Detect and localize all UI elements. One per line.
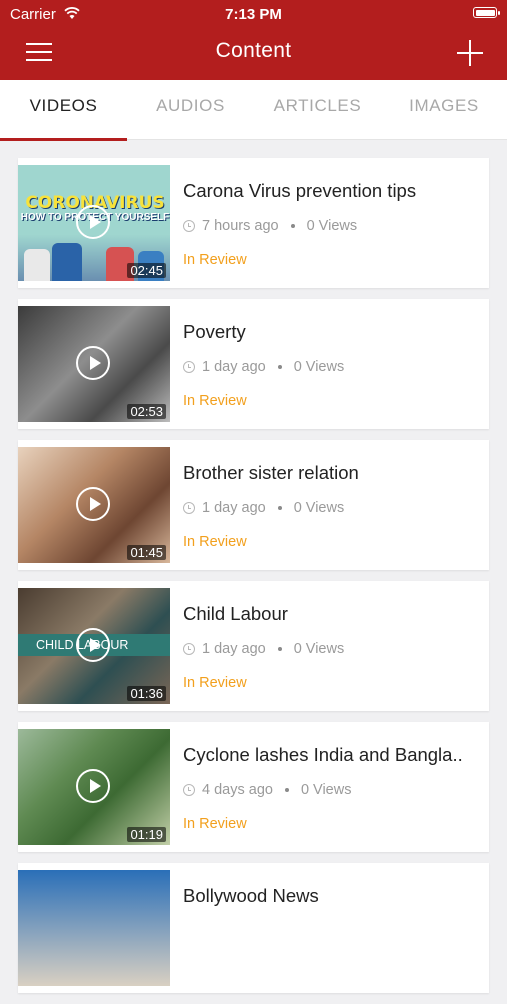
video-title: Poverty: [183, 321, 246, 342]
clock-icon: [183, 220, 195, 232]
video-views: 0 Views: [300, 782, 352, 798]
tab-articles[interactable]: ARTICLES: [254, 80, 381, 140]
tab-videos[interactable]: VIDEOS: [0, 80, 127, 141]
video-thumbnail: CHILD LABOUR 01:36: [18, 588, 170, 704]
add-icon[interactable]: [457, 40, 483, 66]
video-views: 0 Views: [293, 500, 345, 516]
status-bar: Carrier 7:13 PM: [0, 0, 507, 28]
video-time: 1 day ago: [202, 641, 266, 657]
video-card[interactable]: Bollywood News: [18, 863, 489, 993]
clock-icon: [183, 784, 195, 796]
video-title: Carona Virus prevention tips: [183, 180, 417, 201]
video-thumbnail: 01:45: [18, 447, 170, 563]
play-icon[interactable]: [76, 205, 110, 239]
video-card[interactable]: 01:19 Cyclone lashes India and Bangla.. …: [18, 722, 489, 852]
video-list: CORONAVIRUS HOW TO PROTECT YOURSELF 02:4…: [18, 158, 489, 1004]
video-meta: 7 hours ago 0 Views: [183, 218, 357, 234]
separator-dot: [284, 788, 289, 792]
video-time: 1 day ago: [202, 500, 266, 516]
video-duration: 01:36: [127, 686, 166, 701]
video-title: Cyclone lashes India and Bangla..: [183, 744, 463, 765]
separator-dot: [277, 365, 282, 369]
video-card[interactable]: CHILD LABOUR 01:36 Child Labour 1 day ag…: [18, 581, 489, 711]
video-views: 0 Views: [293, 641, 345, 657]
video-time: 4 days ago: [202, 782, 273, 798]
video-views: 0 Views: [293, 359, 345, 375]
video-duration: 01:45: [127, 545, 166, 560]
video-duration: 02:53: [127, 404, 166, 419]
play-icon[interactable]: [76, 487, 110, 521]
battery-icon: [473, 7, 500, 18]
play-icon[interactable]: [76, 346, 110, 380]
content-tabs: VIDEOS AUDIOS ARTICLES IMAGES: [0, 80, 507, 141]
status-badge: In Review: [183, 393, 247, 409]
status-badge: In Review: [183, 252, 247, 268]
video-views: 0 Views: [306, 218, 358, 234]
video-thumbnail: CORONAVIRUS HOW TO PROTECT YOURSELF 02:4…: [18, 165, 170, 281]
tab-images[interactable]: IMAGES: [381, 80, 507, 140]
video-meta: 1 day ago 0 Views: [183, 359, 344, 375]
status-badge: In Review: [183, 675, 247, 691]
video-title: Bollywood News: [183, 885, 319, 906]
video-thumbnail: 02:53: [18, 306, 170, 422]
tab-audios[interactable]: AUDIOS: [127, 80, 254, 140]
clock-time: 7:13 PM: [225, 6, 282, 23]
video-thumbnail: [18, 870, 170, 986]
video-duration: 01:19: [127, 827, 166, 842]
play-icon[interactable]: [76, 628, 110, 662]
clock-icon: [183, 502, 195, 514]
status-badge: In Review: [183, 816, 247, 832]
separator-dot: [277, 506, 282, 510]
video-thumbnail: 01:19: [18, 729, 170, 845]
video-meta: 1 day ago 0 Views: [183, 641, 344, 657]
video-title: Brother sister relation: [183, 462, 359, 483]
clock-icon: [183, 643, 195, 655]
page-title: Content: [215, 39, 292, 62]
video-card[interactable]: 01:45 Brother sister relation 1 day ago …: [18, 440, 489, 570]
video-duration: 02:45: [127, 263, 166, 278]
app-header: Carrier 7:13 PM Content: [0, 0, 507, 80]
separator-dot: [277, 647, 282, 651]
video-title: Child Labour: [183, 603, 288, 624]
video-time: 7 hours ago: [202, 218, 279, 234]
video-card[interactable]: 02:53 Poverty 1 day ago 0 Views In Revie…: [18, 299, 489, 429]
video-card[interactable]: CORONAVIRUS HOW TO PROTECT YOURSELF 02:4…: [18, 158, 489, 288]
separator-dot: [290, 224, 295, 228]
video-meta: 4 days ago 0 Views: [183, 782, 351, 798]
clock-icon: [183, 361, 195, 373]
play-icon[interactable]: [76, 769, 110, 803]
video-time: 1 day ago: [202, 359, 266, 375]
video-meta: 1 day ago 0 Views: [183, 500, 344, 516]
status-badge: In Review: [183, 534, 247, 550]
